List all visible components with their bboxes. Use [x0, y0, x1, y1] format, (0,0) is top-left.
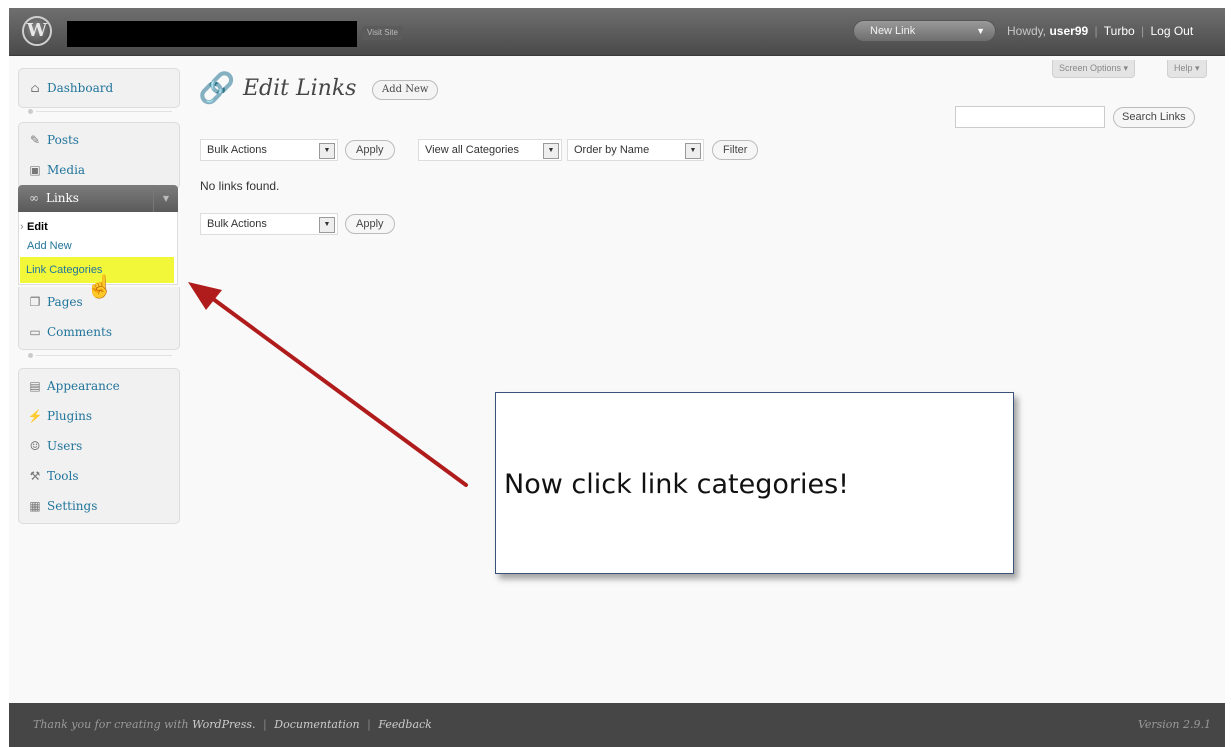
admin-footer: Thank you for creating with WordPress. |… — [9, 703, 1225, 747]
version-label: Version 2.9.1 — [1137, 718, 1211, 731]
footer-separator: | — [263, 718, 267, 731]
footer-thanks: Thank you for creating with — [33, 718, 189, 731]
admin-window: W Visit Site New Link ▼ Howdy, user99 | … — [0, 0, 1231, 747]
feedback-link[interactable]: Feedback — [378, 718, 432, 731]
arrow-head — [188, 282, 222, 310]
footer-credits: Thank you for creating with WordPress. |… — [33, 718, 432, 731]
callout-text: Now click link categories! — [504, 469, 849, 500]
arrow-shaft — [203, 291, 468, 487]
wordpress-link[interactable]: WordPress. — [192, 718, 255, 731]
instruction-callout: Now click link categories! — [495, 392, 1014, 574]
footer-separator: | — [367, 718, 371, 731]
annotation-arrow — [188, 282, 468, 487]
documentation-link[interactable]: Documentation — [274, 718, 359, 731]
